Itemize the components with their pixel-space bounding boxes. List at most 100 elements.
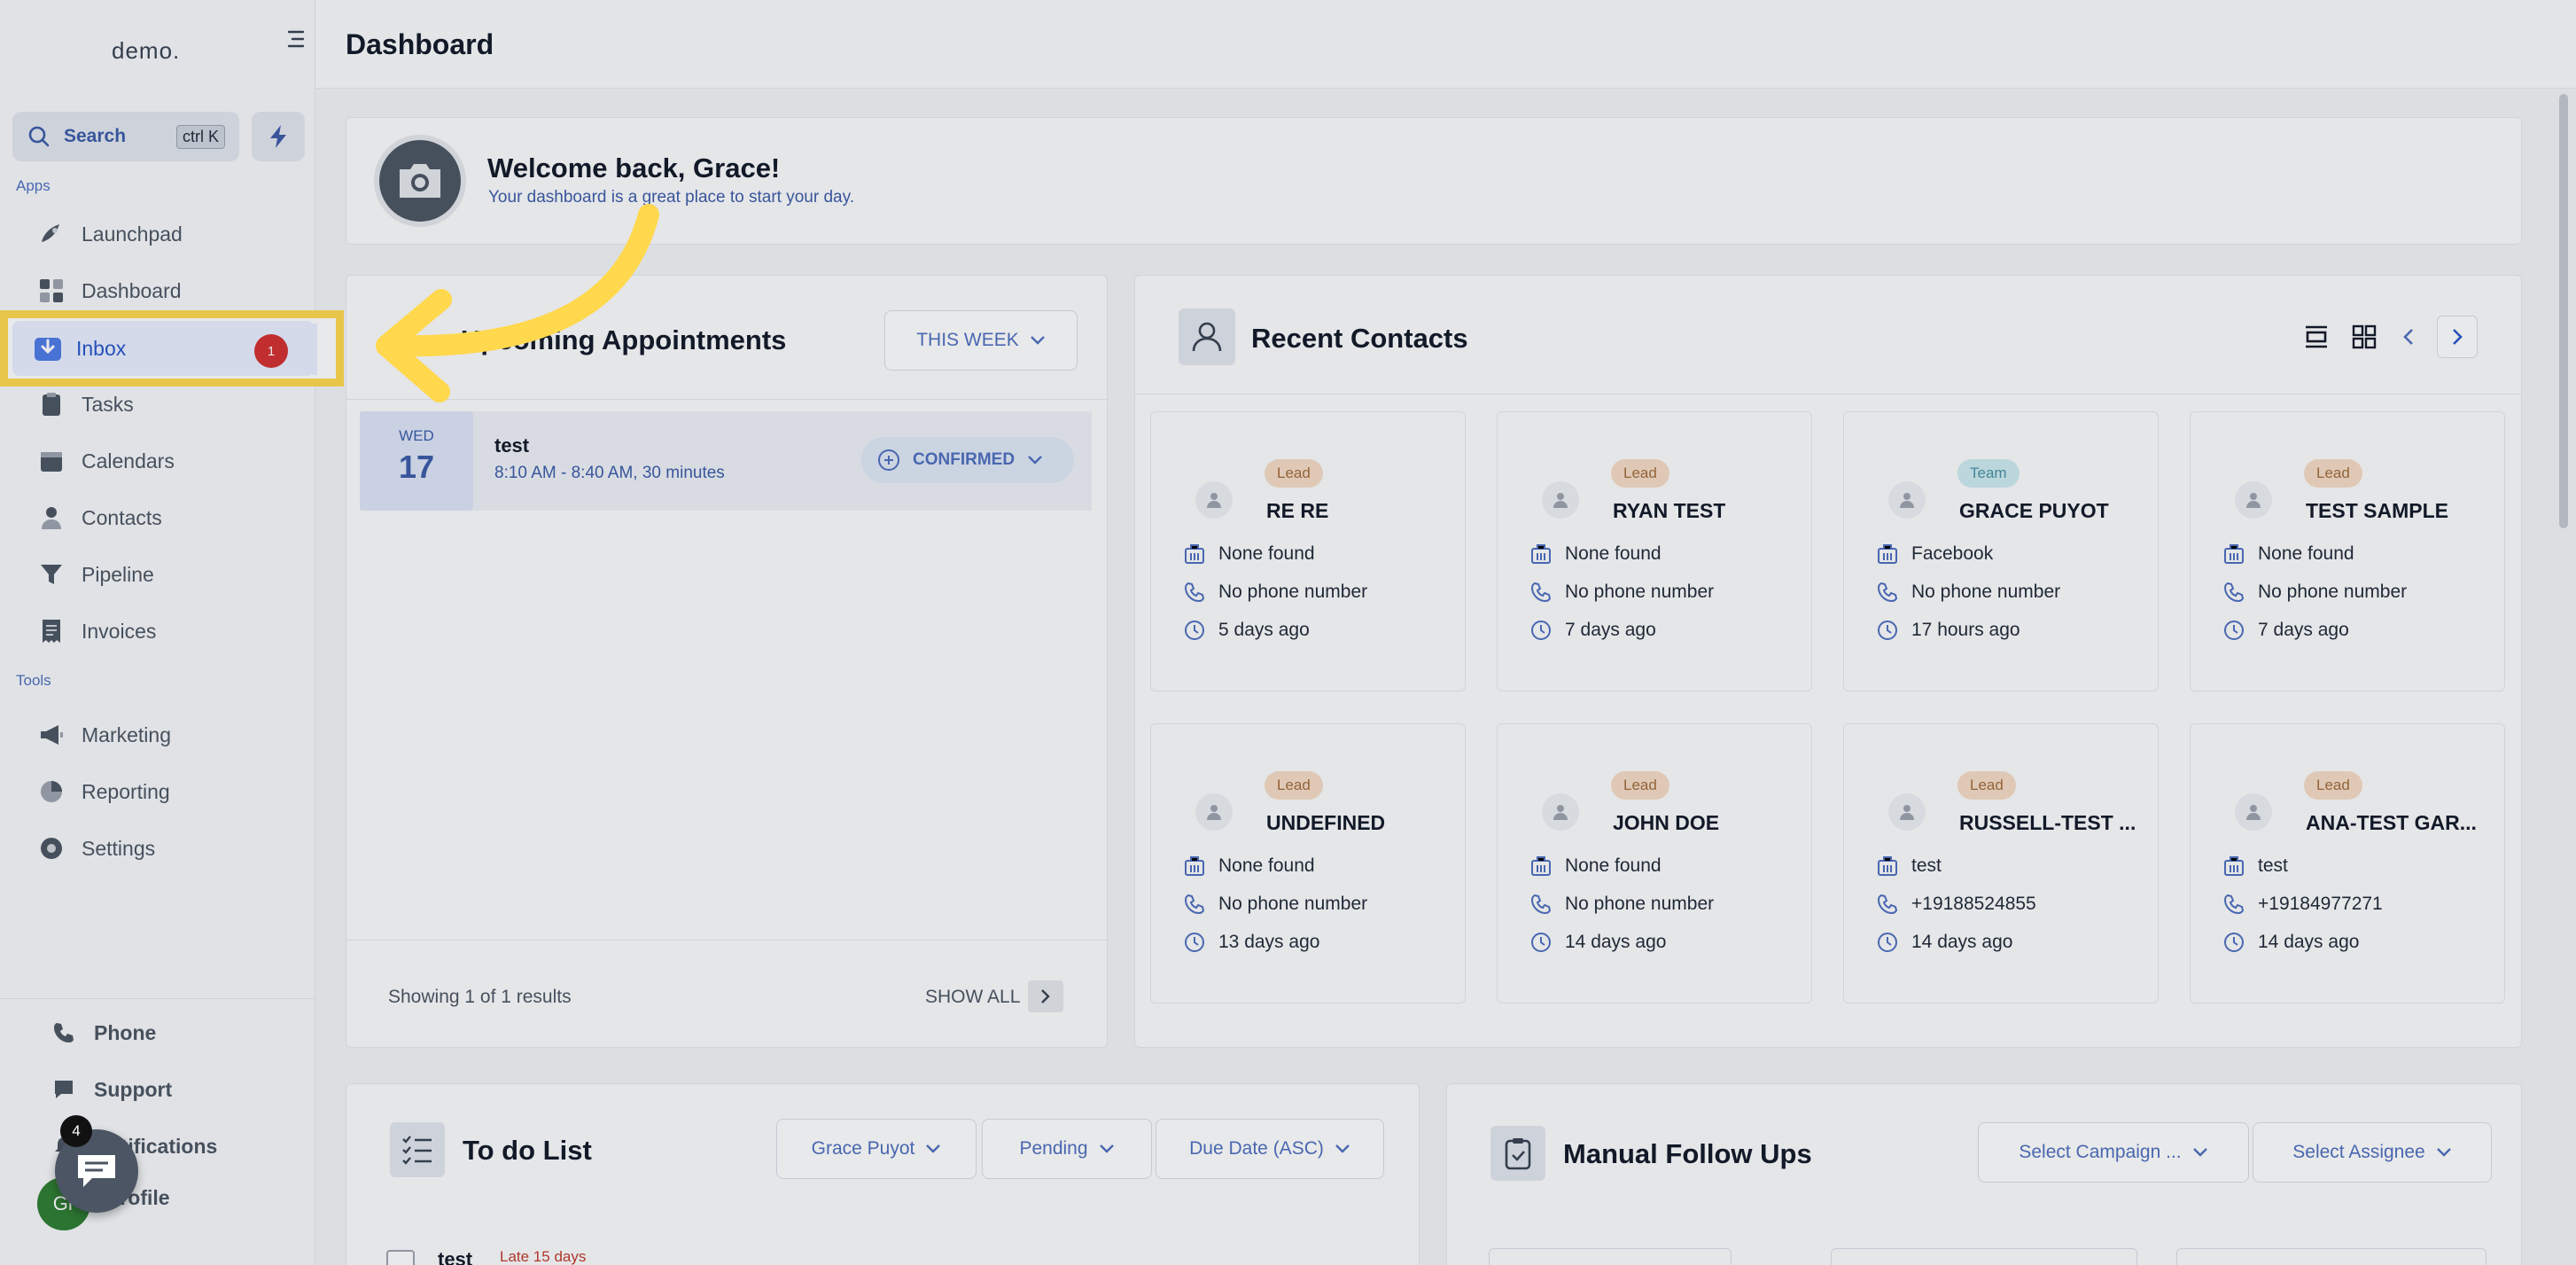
appointment-time: 8:10 AM - 8:40 AM, 30 minutes [494,464,725,482]
sidebar-item-calendars[interactable]: Calendars [37,439,175,483]
contact-card[interactable]: Lead TEST SAMPLE None found No phone number… [2190,411,2505,691]
contact-phone: +19188524855 [1911,894,2036,914]
previous-page-button[interactable] [2389,317,2428,356]
contact-tag: Team [1957,459,2020,488]
contact-phone: No phone number [1565,894,1715,914]
sidebar-divider [0,998,315,999]
sidebar-item-contacts[interactable]: Contacts [37,496,162,540]
appointment-status-dropdown[interactable]: CONFIRMED [861,437,1074,483]
sidebar-item-invoices[interactable]: Invoices [37,609,156,653]
show-all-link[interactable]: SHOW ALL [925,987,1020,1008]
contact-phone: No phone number [2258,582,2408,602]
gear-icon [37,834,66,863]
follow-up-card-stub [1831,1248,2137,1265]
sidebar-item-dashboard[interactable]: Dashboard [37,269,182,313]
contact-card[interactable]: Lead RUSSELL-TEST ... test +19188524855 14 d… [1843,723,2159,1003]
contact-company-row: test [2222,853,2288,879]
sidebar-item-marketing[interactable]: Marketing [37,713,171,757]
grid-view-icon[interactable] [2345,317,2384,356]
dropdown-label: Due Date (ASC) [1189,1138,1324,1159]
sidebar-item-tasks[interactable]: Tasks [37,382,134,426]
todo-sort-dropdown[interactable]: Due Date (ASC) [1156,1119,1384,1179]
contact-company-row: None found [1183,853,1315,879]
contact-company: None found [1565,855,1662,876]
sidebar-item-pipeline[interactable]: Pipeline [37,552,154,597]
contact-time-row: 17 hours ago [1876,617,2020,644]
contact-phone: No phone number [1565,582,1715,602]
appointment-day: 17 [398,449,435,485]
contact-avatar [1542,481,1579,519]
contact-card[interactable]: Lead RYAN TEST None found No phone number 7 … [1497,411,1812,691]
assignee-select-dropdown[interactable]: Select Assignee [2253,1122,2492,1183]
tools-section-label: Tools [16,672,51,689]
clock-icon [1185,621,1204,640]
show-all-arrow-button[interactable] [1028,980,1063,1012]
contact-company: Facebook [1911,543,1994,564]
contact-phone-row: No phone number [1529,891,1714,918]
follow-ups-title: Manual Follow Ups [1563,1138,1812,1169]
todo-header-icon [390,1122,445,1177]
appointments-range-dropdown[interactable]: THIS WEEK [884,310,1078,371]
contact-avatar [1888,481,1926,519]
list-view-icon[interactable] [2297,317,2336,356]
contact-name: GRACE PUYOT [1959,499,2109,522]
search-button[interactable]: Search ctrl K [12,112,239,161]
person-icon [2246,805,2261,820]
search-shortcut: ctrl K [175,124,225,149]
phone-icon [1530,582,1552,603]
building-icon [1878,856,1897,876]
contact-last-activity: 17 hours ago [1911,620,2020,640]
todo-checkbox[interactable] [386,1250,415,1265]
campaign-select-dropdown[interactable]: Select Campaign ... [1978,1122,2249,1183]
sidebar-item-reporting[interactable]: Reporting [37,769,170,814]
sidebar-item-label: Tasks [82,392,134,416]
contact-company-row: Facebook [1876,541,1993,567]
appointment-title: test [494,434,530,457]
chat-icon [78,1155,115,1187]
contact-card[interactable]: Team GRACE PUYOT Facebook No phone number 17… [1843,411,2159,691]
sidebar-item-phone[interactable]: Phone [50,1011,156,1055]
contact-avatar [2235,481,2272,519]
sidebar-item-label: Phone [94,1020,157,1044]
clock-icon [2224,621,2244,640]
contact-name: UNDEFINED [1266,811,1386,834]
tutorial-arrow-icon [376,204,659,402]
person-icon [1553,493,1568,508]
todo-status-dropdown[interactable]: Pending [982,1119,1152,1179]
contacts-header-icon [1179,308,1235,365]
contact-time-row: 14 days ago [1529,929,1666,956]
clock-icon [1878,621,1897,640]
building-icon [2224,544,2244,564]
contact-company-row: None found [2222,541,2354,567]
contact-card[interactable]: Lead ANA-TEST GAR... test +19184977271 14 da… [2190,723,2505,1003]
sidebar-item-support[interactable]: Support [50,1067,172,1112]
sidebar-item-label: Settings [82,836,156,860]
contact-card[interactable]: Lead RE RE None found No phone number 5 days… [1150,411,1466,691]
quick-actions-button[interactable] [252,112,305,161]
contact-phone: +19184977271 [2258,894,2383,914]
page-scrollbar[interactable] [2559,94,2568,528]
contact-time-row: 14 days ago [1876,929,2012,956]
sidebar-item-settings[interactable]: Settings [37,826,155,871]
next-page-button[interactable] [2437,316,2478,358]
contact-last-activity: 13 days ago [1218,932,1320,952]
appointment-status: CONFIRMED [913,450,1016,469]
sidebar-item-label: Pipeline [82,562,154,586]
sidebar-item-label: Contacts [82,505,162,529]
contact-name: TEST SAMPLE [2306,499,2449,522]
sidebar-item-launchpad[interactable]: Launchpad [37,212,183,256]
funnel-icon [37,560,66,589]
todo-assignee-dropdown[interactable]: Grace Puyot [776,1119,977,1179]
collapse-sidebar-icon[interactable] [284,27,308,51]
contact-phone-row: No phone number [1183,891,1367,918]
contact-last-activity: 14 days ago [2258,932,2360,952]
follow-ups-header-icon [1490,1126,1545,1181]
contact-card[interactable]: Lead JOHN DOE None found No phone number 14 … [1497,723,1812,1003]
dropdown-label: Pending [1019,1138,1088,1159]
contact-avatar [1195,793,1233,831]
todo-late-label: Late 15 days [500,1248,587,1265]
follow-up-card-stub [1489,1248,1732,1265]
clock-icon [1531,933,1551,952]
contact-phone-row: No phone number [1529,579,1714,605]
contact-card[interactable]: Lead UNDEFINED None found No phone number 13… [1150,723,1466,1003]
